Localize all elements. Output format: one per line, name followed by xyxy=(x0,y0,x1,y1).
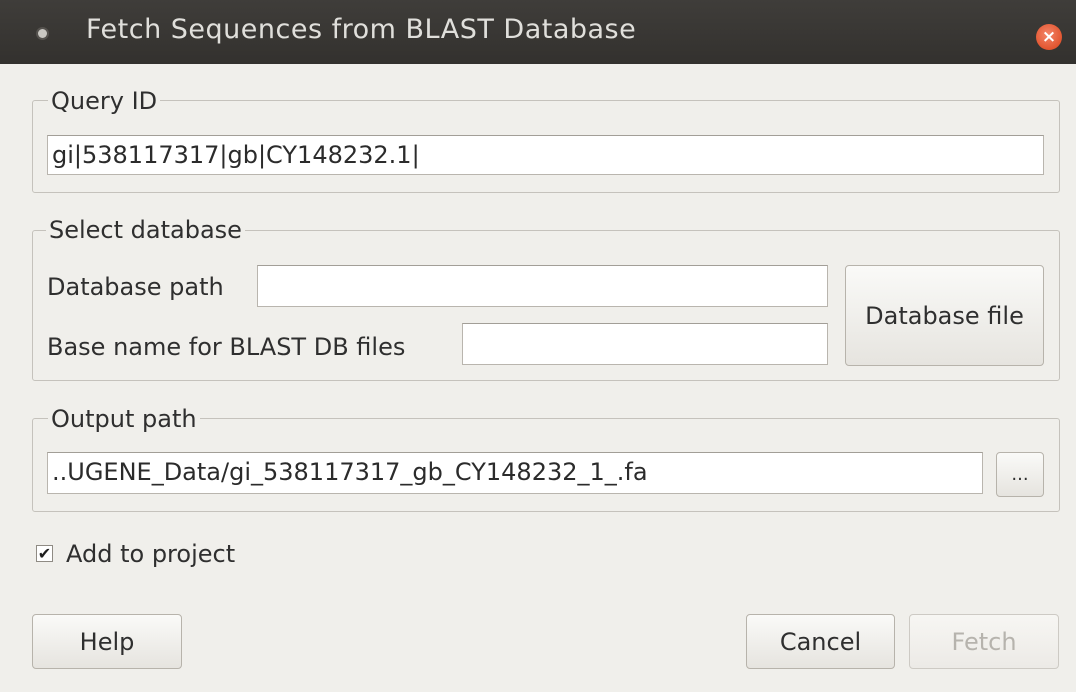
select-database-label: Select database xyxy=(46,215,245,245)
cancel-button[interactable]: Cancel xyxy=(746,614,895,669)
close-icon[interactable]: × xyxy=(1036,24,1062,50)
base-name-input[interactable] xyxy=(462,323,828,365)
base-name-label: Base name for BLAST DB files xyxy=(47,333,406,361)
add-to-project-checkbox[interactable]: ✔ xyxy=(36,545,53,562)
browse-button[interactable]: ... xyxy=(996,452,1044,497)
query-id-label: Query ID xyxy=(48,86,161,116)
database-file-button[interactable]: Database file xyxy=(845,265,1044,366)
output-path-label: Output path xyxy=(48,404,200,434)
output-path-input[interactable]: ..UGENE_Data/gi_538117317_gb_CY148232_1_… xyxy=(47,452,983,494)
database-path-input[interactable] xyxy=(257,265,828,307)
title-bar: Fetch Sequences from BLAST Database × xyxy=(0,0,1076,64)
window-menu-icon[interactable] xyxy=(38,29,47,38)
fetch-button[interactable]: Fetch xyxy=(909,614,1059,669)
query-id-input[interactable]: gi|538117317|gb|CY148232.1| xyxy=(47,135,1044,175)
help-button[interactable]: Help xyxy=(32,614,182,669)
database-path-label: Database path xyxy=(47,273,224,301)
add-to-project-label[interactable]: Add to project xyxy=(66,539,235,569)
window-title: Fetch Sequences from BLAST Database xyxy=(86,14,637,45)
